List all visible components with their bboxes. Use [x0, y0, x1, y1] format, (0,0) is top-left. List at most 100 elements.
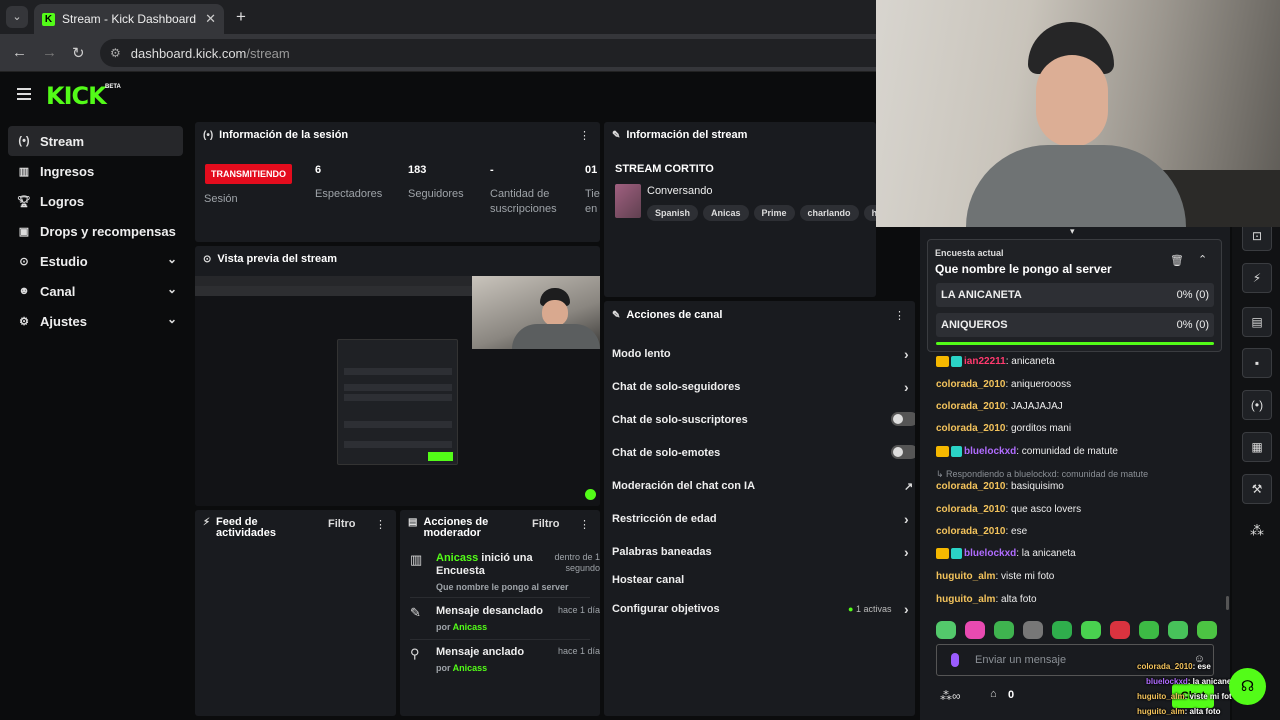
emote[interactable] [1052, 621, 1072, 639]
chat-message[interactable]: colorada_2010: ese [936, 526, 1027, 537]
chat-username[interactable]: colorada_2010 [936, 504, 1006, 515]
radio-icon: (•) [18, 135, 30, 147]
emote[interactable] [936, 621, 956, 639]
site-info-icon[interactable]: ⚙ [110, 46, 121, 60]
more-options-icon[interactable]: ⋮ [579, 129, 590, 142]
sidebar-item-logros[interactable]: 🏆︎ Logros [8, 186, 183, 216]
subscribers-only-toggle[interactable] [891, 412, 915, 426]
chevron-down-icon[interactable]: ▾ [1070, 226, 1075, 237]
crown-badge-icon [936, 548, 949, 559]
chat-message[interactable]: colorada_2010: basiquisimo [936, 481, 1064, 492]
chat-message[interactable]: colorada_2010: JAJAJAJAJ [936, 401, 1063, 412]
chevron-up-icon[interactable]: ⌃ [1198, 253, 1207, 266]
category-thumbnail [615, 184, 641, 218]
back-icon[interactable]: ← [12, 44, 27, 61]
more-options-icon[interactable]: ⋮ [894, 309, 905, 322]
sidebar-item-drops[interactable]: ▣ Drops y recompensas [8, 216, 183, 246]
viewers-value: 6 [315, 164, 322, 176]
action-followers-only[interactable]: Chat de solo-seguidores › [612, 379, 912, 395]
chat-username[interactable]: colorada_2010 [936, 526, 1006, 537]
broadcast-icon[interactable]: (•) [1242, 390, 1272, 420]
action-slow-mode[interactable]: Modo lento › [612, 346, 912, 362]
chat-username[interactable]: colorada_2010 [936, 401, 1006, 412]
chat-message[interactable]: colorada_2010: que asco lovers [936, 504, 1081, 515]
microphone-icon[interactable] [951, 653, 959, 667]
tab-search-button[interactable]: ⌄ [6, 6, 28, 28]
more-options-icon[interactable]: ⋮ [375, 518, 386, 531]
sidebar-item-ajustes[interactable]: ⚙ Ajustes ⌄ [8, 306, 183, 336]
chat-username[interactable]: huguito_alm [936, 594, 995, 605]
emotes-only-toggle[interactable] [891, 445, 915, 459]
stream-info-panel: ✎ Información del stream STREAM CORTITO C… [604, 122, 876, 297]
channel-points-icon[interactable]: ⁂∞ [940, 689, 961, 703]
tag[interactable]: Spanish [647, 205, 699, 221]
action-goals[interactable]: Configurar objetivos ● 1 activas › [612, 601, 912, 617]
emote[interactable] [1110, 621, 1130, 639]
poll-option[interactable]: LA ANICANETA 0% (0) [936, 283, 1214, 307]
action-banned-words[interactable]: Palabras baneadas › [612, 544, 912, 560]
chat-message[interactable]: ian22211: anicaneta [936, 356, 1055, 367]
bolt-icon[interactable]: ⚡︎ [1242, 263, 1272, 293]
chat-username[interactable]: bluelockxd [964, 446, 1016, 457]
chat-text: : alta foto [995, 594, 1037, 605]
tag[interactable]: Prime [753, 205, 795, 221]
url-host: dashboard.kick.com [130, 45, 247, 61]
emote[interactable] [1023, 621, 1043, 639]
emote[interactable] [1139, 621, 1159, 639]
apps-icon[interactable]: ⁂ [1250, 522, 1264, 539]
action-ai-moderation[interactable]: Moderación del chat con IA ↗ [612, 480, 913, 493]
tag[interactable]: haxb [863, 205, 876, 221]
sidebar-item-ingresos[interactable]: ▥ Ingresos [8, 156, 183, 186]
browser-tab[interactable]: K Stream - Kick Dashboard ✕ [34, 4, 224, 34]
tag[interactable]: charlando [799, 205, 859, 221]
kick-logo[interactable]: KICK [46, 82, 107, 110]
wrench-icon[interactable]: ⚒ [1242, 474, 1272, 504]
sidebar-item-canal[interactable]: ☻ Canal ⌄ [8, 276, 183, 306]
action-host-channel[interactable]: Hostear canal [612, 574, 912, 586]
chat-bubble-icon[interactable]: ▪ [1242, 348, 1272, 378]
document-icon[interactable]: ▤ [1242, 307, 1272, 337]
chat-message[interactable]: huguito_alm: viste mi foto [936, 571, 1054, 582]
forward-icon[interactable]: → [42, 44, 57, 61]
reload-icon[interactable]: ↻ [72, 44, 85, 62]
more-options-icon[interactable]: ⋮ [579, 518, 590, 531]
poll-option[interactable]: ANIQUEROS 0% (0) [936, 313, 1214, 337]
emote[interactable] [1197, 621, 1217, 639]
mod-action-time: hace 1 día [557, 605, 600, 615]
trash-icon[interactable]: 🗑︎ [1170, 254, 1184, 267]
chat-message[interactable]: colorada_2010: aniqueroooss [936, 379, 1071, 390]
chat-message[interactable]: huguito_alm: alta foto [936, 594, 1037, 605]
chat-username[interactable]: colorada_2010 [936, 481, 1006, 492]
chat-message[interactable]: bluelockxd: la anicaneta [936, 548, 1076, 559]
menu-icon[interactable] [17, 88, 31, 102]
chat-username[interactable]: colorada_2010 [936, 379, 1006, 390]
chat-text: : la anicaneta [1016, 548, 1076, 560]
chat-message-input[interactable]: Enviar un mensaje ☺ [936, 644, 1214, 676]
chat-scrollbar[interactable] [1226, 596, 1229, 610]
close-icon[interactable]: ✕ [205, 11, 216, 27]
emote[interactable] [1081, 621, 1101, 639]
sidebar-item-estudio[interactable]: ⊙ Estudio ⌄ [8, 246, 183, 276]
points-count: 0 [1008, 689, 1015, 701]
emote[interactable] [965, 621, 985, 639]
url-input[interactable]: ⚙ dashboard.kick.com/stream [100, 39, 900, 67]
chat-username[interactable]: ian22211 [964, 356, 1006, 367]
chat-message[interactable]: bluelockxd: comunidad de matute [936, 446, 1118, 457]
chat-message[interactable]: colorada_2010: gorditos mani [936, 423, 1071, 434]
chat-username[interactable]: bluelockxd [964, 548, 1016, 559]
chat-support-button[interactable]: ☊ [1229, 668, 1266, 705]
filter-button[interactable]: Filtro [328, 518, 356, 530]
new-tab-icon[interactable]: + [236, 7, 246, 27]
subscriber-badge-icon [951, 446, 962, 457]
sidebar-item-stream[interactable]: (•) Stream [8, 126, 183, 156]
action-age-restriction[interactable]: Restricción de edad › [612, 511, 912, 527]
layout-icon[interactable]: ▦ [1242, 432, 1272, 462]
tag[interactable]: Anicas [703, 205, 749, 221]
chat-username[interactable]: colorada_2010 [936, 423, 1006, 434]
store-icon[interactable]: ⌂ [990, 688, 997, 700]
chat-username[interactable]: huguito_alm [936, 571, 995, 582]
stream-preview-video[interactable] [195, 276, 600, 506]
filter-button[interactable]: Filtro [532, 518, 560, 530]
emote[interactable] [1168, 621, 1188, 639]
emote[interactable] [994, 621, 1014, 639]
